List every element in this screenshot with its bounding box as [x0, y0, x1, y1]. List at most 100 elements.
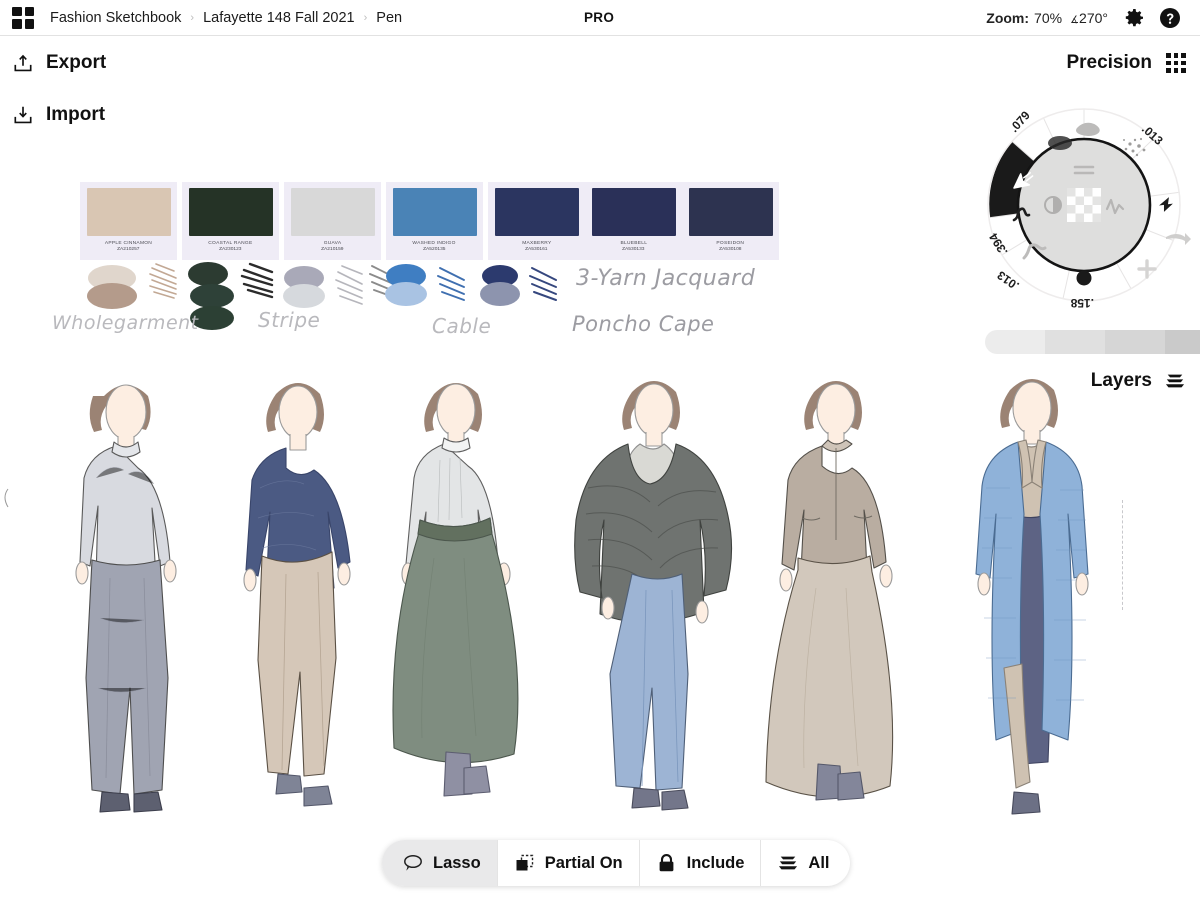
grid-cell	[25, 19, 35, 29]
swatch-card[interactable]: WASHED INDIGO ZA520135	[386, 182, 483, 260]
palette-blob[interactable]	[87, 283, 137, 309]
swatch-code: ZA530108	[719, 246, 741, 251]
breadcrumb-item-app[interactable]: Fashion Sketchbook	[50, 10, 181, 26]
breadcrumb-separator: ›	[190, 12, 194, 24]
swatch-chip	[495, 188, 579, 236]
swatch-code: ZA210159	[321, 246, 343, 251]
opacity-gradient-slider[interactable]	[985, 330, 1200, 354]
opacity-stop	[1045, 330, 1105, 354]
dot	[1166, 61, 1171, 66]
dot	[1181, 61, 1186, 66]
swatch-chip	[592, 188, 676, 236]
swatch-card[interactable]: POSEIDON ZA530108	[682, 182, 779, 260]
opacity-stop	[1165, 330, 1200, 354]
tool-lasso-label: Lasso	[433, 854, 481, 873]
tool-lasso[interactable]: Lasso	[382, 840, 498, 886]
swatch-chip	[87, 188, 171, 236]
swatch-code: ZA530133	[622, 246, 644, 251]
figure-turtleneck-skirt[interactable]	[372, 368, 542, 838]
palette-blob[interactable]	[480, 282, 520, 306]
tool-include[interactable]: Include	[640, 840, 762, 886]
figure-jacket-long-skirt[interactable]	[762, 368, 922, 838]
apps-grid-icon[interactable]	[12, 7, 34, 29]
grid-cell	[12, 19, 22, 29]
dot	[1181, 53, 1186, 58]
opacity-stop	[985, 330, 1045, 354]
import-label: Import	[46, 104, 105, 126]
import-button[interactable]: Import	[12, 104, 105, 126]
canvas-edge-artifact	[0, 487, 10, 509]
gear-icon[interactable]	[1122, 6, 1146, 30]
palette-scribble[interactable]	[438, 268, 464, 300]
smudge-brush-icon	[1048, 136, 1072, 150]
palette-scribble[interactable]	[530, 268, 556, 300]
transparency-checker-icon	[1067, 188, 1101, 222]
figure-turtleneck-trousers[interactable]	[46, 368, 206, 838]
swatch-card[interactable]: COASTAL RANGE ZA230123	[182, 182, 279, 260]
partial-select-icon	[514, 852, 536, 874]
handwritten-note-wholegarment: Wholegarment	[52, 312, 199, 334]
export-upload-icon	[12, 52, 34, 74]
swatch-name: BLUEBELL	[620, 240, 647, 245]
top-bar: Fashion Sketchbook › Lafayette 148 Fall …	[0, 0, 1200, 36]
swatch-chip	[689, 188, 773, 236]
handwritten-note-poncho-cape: Poncho Cape	[572, 312, 714, 336]
figure-long-coat-layered[interactable]	[968, 368, 1108, 838]
swatch-chip	[393, 188, 477, 236]
zoom-value: 70%	[1034, 10, 1062, 26]
palette-blob[interactable]	[385, 282, 427, 306]
swatch-chip	[291, 188, 375, 236]
dot-brush-icon	[1077, 271, 1092, 286]
dot	[1174, 61, 1179, 66]
swatch-card[interactable]: APPLE CINNAMON ZA210257	[80, 182, 177, 260]
export-button[interactable]: Export	[12, 52, 106, 74]
swatch-name: MAXBERRY	[522, 240, 551, 245]
app-root: Fashion Sketchbook › Lafayette 148 Fall …	[0, 0, 1200, 900]
opacity-stop	[1105, 330, 1165, 354]
figure-cape-jeans[interactable]	[566, 368, 746, 838]
zoom-label: Zoom:	[986, 10, 1029, 26]
import-download-icon	[12, 104, 34, 126]
help-circle-icon[interactable]	[1158, 6, 1182, 30]
swatch-card[interactable]: BLUEBELL ZA530133	[585, 182, 682, 260]
grid-cell	[25, 7, 35, 17]
layers-stack-icon	[777, 852, 799, 874]
palette-scribble[interactable]	[242, 264, 272, 297]
angle-symbol: ∡	[1070, 15, 1079, 26]
swatch-card[interactable]: MAXBERRY ZA530161	[488, 182, 585, 260]
figure-blue-knit-tapered[interactable]	[228, 368, 373, 838]
tool-partial-on[interactable]: Partial On	[498, 840, 640, 886]
precision-control[interactable]: Precision	[1066, 52, 1186, 74]
swatch-code: ZA530161	[525, 246, 547, 251]
zoom-indicator[interactable]: Zoom: 70% ∡270°	[986, 10, 1108, 26]
swatch-name: WASHED INDIGO	[413, 240, 456, 245]
swatch-code: ZA230123	[219, 246, 241, 251]
handwritten-note-cable: Cable	[432, 314, 491, 338]
swatch-card[interactable]: GUAVA ZA210159	[284, 182, 381, 260]
dot	[1174, 53, 1179, 58]
export-label: Export	[46, 52, 106, 74]
dot	[1166, 68, 1171, 73]
selection-toolbar: Lasso Partial On Include	[382, 840, 850, 886]
breadcrumb-item-project[interactable]: Lafayette 148 Fall 2021	[203, 10, 355, 26]
grid-cell	[12, 7, 22, 17]
palette-blob[interactable]	[283, 284, 325, 308]
fabric-swatch-strip: APPLE CINNAMON ZA210257 COASTAL RANGE ZA…	[80, 182, 779, 260]
precision-label: Precision	[1066, 52, 1152, 74]
breadcrumb-item-tool[interactable]: Pen	[376, 10, 402, 26]
palette-blob[interactable]	[188, 262, 228, 286]
dot-grid-icon[interactable]	[1166, 53, 1186, 73]
lock-icon	[656, 852, 678, 874]
palette-blob[interactable]	[190, 284, 234, 308]
tool-all[interactable]: All	[761, 840, 849, 886]
breadcrumb-separator: ›	[364, 12, 368, 24]
palette-scribble[interactable]	[336, 266, 362, 304]
radial-brush-selector[interactable]: .079 .013 .394 .013 .158	[968, 92, 1200, 318]
tool-include-label: Include	[687, 854, 745, 873]
palette-scribble[interactable]	[150, 264, 176, 298]
wheel-label-158: .158	[1070, 296, 1094, 310]
dot	[1174, 68, 1179, 73]
swatch-name: APPLE CINNAMON	[105, 240, 152, 245]
swatch-name: GUAVA	[324, 240, 342, 245]
swatch-chip	[189, 188, 273, 236]
